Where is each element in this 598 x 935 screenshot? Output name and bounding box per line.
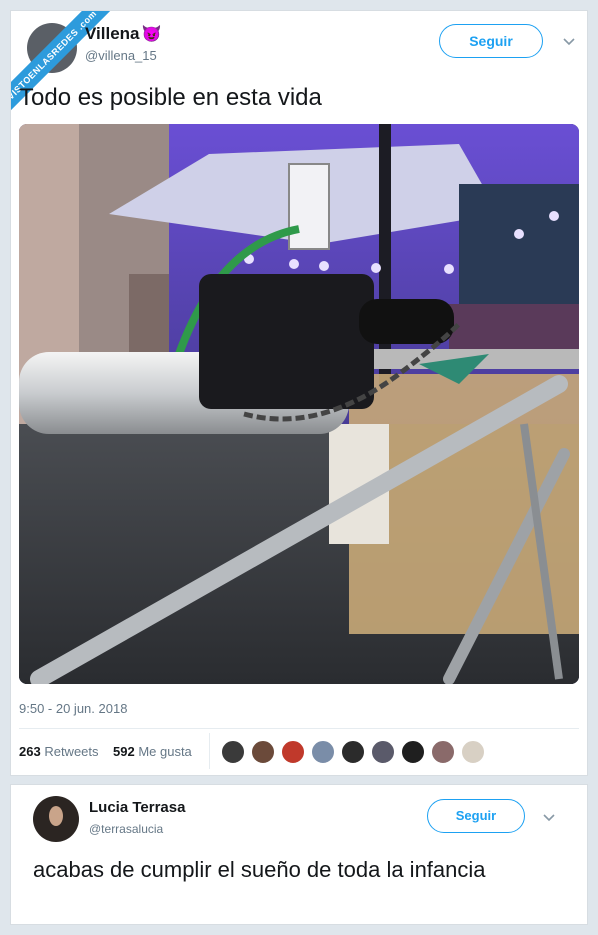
follow-button[interactable]: Seguir [439,24,543,58]
divider [19,728,579,729]
author-name-text: Villena [85,24,140,43]
author-name[interactable]: Villena 😈 [85,24,161,44]
likes-label: Me gusta [138,744,192,759]
liker-avatar[interactable] [281,740,305,764]
author-handle[interactable]: @terrasalucia [89,822,163,836]
follow-button[interactable]: Seguir [427,799,525,833]
chevron-down-icon[interactable] [563,33,575,49]
likers-avatars [221,740,491,764]
avatar[interactable] [33,796,79,842]
retweets-label: Retweets [44,744,99,759]
likes-count: 592 [112,744,135,759]
liker-avatar[interactable] [461,740,485,764]
tweet-photo[interactable] [19,124,579,684]
likes-stat[interactable]: 592 Me gusta [113,744,192,759]
liker-avatar[interactable] [371,740,395,764]
engagement-stats: 263 Retweets 592 Me gusta [19,744,192,759]
photo-illustration [19,124,579,684]
liker-avatar[interactable] [251,740,275,764]
tweet-text: acabas de cumplir el sueño de toda la in… [33,857,486,882]
liker-avatar[interactable] [221,740,245,764]
devil-emoji-icon: 😈 [141,26,162,43]
retweets-stat[interactable]: 263 Retweets [19,744,99,759]
liker-avatar[interactable] [431,740,455,764]
stats-separator [209,733,210,769]
liker-avatar[interactable] [341,740,365,764]
reply-tweet-card: Lucia Terrasa @terrasalucia Seguir acaba… [10,784,588,925]
avatar-face [49,806,63,826]
chevron-down-icon[interactable] [543,809,555,825]
author-handle[interactable]: @villena_15 [85,48,157,63]
tweet-card: VISTOENLASREDES .com Villena 😈 @villena_1… [10,10,588,776]
timestamp[interactable]: 9:50 - 20 jun. 2018 [19,701,127,716]
liker-avatar[interactable] [401,740,425,764]
tweet-text: Todo es posible en esta vida [19,84,322,111]
liker-avatar[interactable] [311,740,335,764]
retweets-count: 263 [19,744,41,759]
author-name[interactable]: Lucia Terrasa [89,799,185,816]
